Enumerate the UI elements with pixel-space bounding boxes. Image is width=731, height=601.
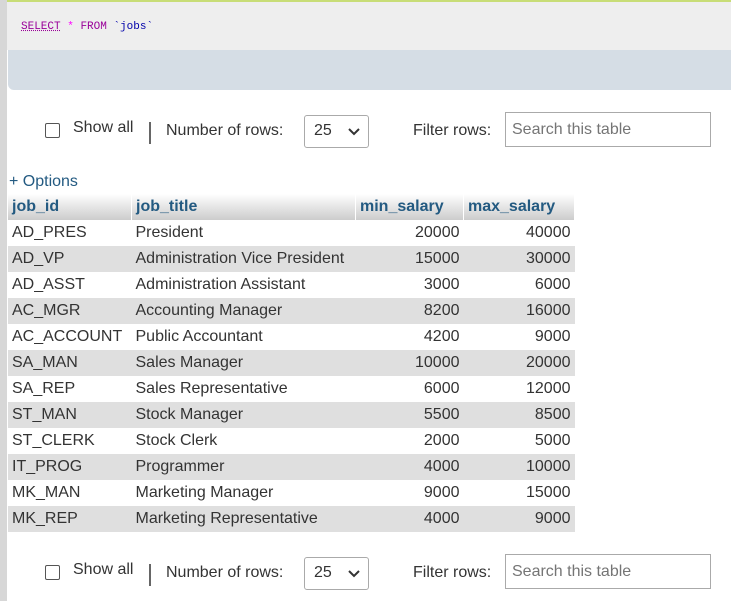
cell-job-id[interactable]: AD_ASST: [8, 272, 132, 298]
show-all-label[interactable]: Show all: [73, 119, 133, 137]
cell-max-salary[interactable]: 16000: [463, 298, 575, 324]
cell-min-salary[interactable]: 6000: [355, 376, 464, 402]
cell-job-id[interactable]: SA_MAN: [8, 350, 132, 376]
left-panel-edge: [0, 0, 7, 601]
column-header-job-title[interactable]: job_title: [131, 194, 356, 220]
filter-rows-label: Filter rows:: [413, 122, 492, 139]
cell-max-salary[interactable]: 30000: [463, 246, 575, 272]
cell-max-salary[interactable]: 10000: [463, 454, 575, 480]
table-row[interactable]: SA_MAN Sales Manager 10000 20000: [8, 350, 575, 376]
cell-job-id[interactable]: SA_REP: [8, 376, 132, 402]
table-row[interactable]: SA_REP Sales Representative 6000 12000: [8, 376, 575, 402]
cell-job-title[interactable]: Stock Clerk: [131, 428, 356, 454]
cell-max-salary[interactable]: 12000: [463, 376, 575, 402]
table-row[interactable]: ST_CLERK Stock Clerk 2000 5000: [8, 428, 575, 454]
cell-job-title[interactable]: Stock Manager: [131, 402, 356, 428]
options-link[interactable]: + Options: [9, 173, 78, 191]
cell-job-title[interactable]: Marketing Representative: [131, 506, 356, 532]
cell-max-salary[interactable]: 9000: [463, 324, 575, 350]
chevron-down-icon: [348, 570, 360, 578]
cell-job-id[interactable]: ST_CLERK: [8, 428, 132, 454]
show-all-label[interactable]: Show all: [73, 561, 133, 579]
cell-min-salary[interactable]: 4000: [355, 454, 464, 480]
table-row[interactable]: IT_PROG Programmer 4000 10000: [8, 454, 575, 480]
table-row[interactable]: MK_MAN Marketing Manager 9000 15000: [8, 480, 575, 506]
sql-star: *: [67, 21, 74, 33]
cell-max-salary[interactable]: 8500: [463, 402, 575, 428]
cell-max-salary[interactable]: 5000: [463, 428, 575, 454]
nav-separator: [149, 564, 151, 586]
cell-min-salary[interactable]: 15000: [355, 246, 464, 272]
cell-min-salary[interactable]: 3000: [355, 272, 464, 298]
cell-min-salary[interactable]: 4000: [355, 506, 464, 532]
cell-job-title[interactable]: Accounting Manager: [131, 298, 356, 324]
rows-per-page-select[interactable]: 25: [304, 115, 369, 148]
cell-job-title[interactable]: Marketing Manager: [131, 480, 356, 506]
rows-per-page-select[interactable]: 25: [304, 557, 369, 590]
cell-max-salary[interactable]: 9000: [463, 506, 575, 532]
cell-job-title[interactable]: Sales Manager: [131, 350, 356, 376]
sql-query-box: SELECT * FROM `jobs`: [7, 2, 731, 50]
cell-min-salary[interactable]: 20000: [355, 220, 464, 246]
cell-job-title[interactable]: Programmer: [131, 454, 356, 480]
chevron-down-icon: [348, 128, 360, 136]
results-table: job_id job_title min_salary max_salary A…: [8, 194, 575, 532]
table-row[interactable]: AD_VP Administration Vice President 1500…: [8, 246, 575, 272]
table-navigation-bottom: Show all Number of rows: 25 Filter rows:: [7, 554, 731, 594]
rows-per-page-value: 25: [314, 122, 332, 139]
sql-keyword-select[interactable]: SELECT: [21, 21, 61, 33]
cell-min-salary[interactable]: 10000: [355, 350, 464, 376]
cell-job-title[interactable]: Administration Vice President: [131, 246, 356, 272]
rows-label: Number of rows:: [166, 564, 284, 581]
filter-rows-input[interactable]: [505, 112, 711, 147]
table-row[interactable]: AC_ACCOUNT Public Accountant 4200 9000: [8, 324, 575, 350]
column-header-min-salary[interactable]: min_salary: [355, 194, 464, 220]
cell-job-id[interactable]: MK_MAN: [8, 480, 132, 506]
cell-job-id[interactable]: AD_PRES: [8, 220, 132, 246]
rows-label: Number of rows:: [166, 122, 284, 139]
cell-min-salary[interactable]: 8200: [355, 298, 464, 324]
rows-per-page-value: 25: [314, 564, 332, 581]
filter-rows-input[interactable]: [505, 554, 711, 589]
cell-max-salary[interactable]: 15000: [463, 480, 575, 506]
filter-rows-label: Filter rows:: [413, 564, 492, 581]
sql-table-ident: `jobs`: [113, 21, 154, 33]
cell-min-salary[interactable]: 9000: [355, 480, 464, 506]
show-all-checkbox[interactable]: [45, 565, 60, 580]
cell-job-id[interactable]: MK_REP: [8, 506, 132, 532]
column-header-job-id[interactable]: job_id: [8, 194, 132, 220]
table-header-row: job_id job_title min_salary max_salary: [8, 194, 575, 220]
show-all-checkbox[interactable]: [45, 123, 60, 138]
nav-separator: [149, 122, 151, 144]
cell-min-salary[interactable]: 4200: [355, 324, 464, 350]
cell-job-id[interactable]: AC_MGR: [8, 298, 132, 324]
cell-job-title[interactable]: Administration Assistant: [131, 272, 356, 298]
cell-max-salary[interactable]: 6000: [463, 272, 575, 298]
sql-keyword-from: FROM: [80, 21, 107, 33]
cell-job-title[interactable]: Public Accountant: [131, 324, 356, 350]
cell-min-salary[interactable]: 2000: [355, 428, 464, 454]
cell-max-salary[interactable]: 20000: [463, 350, 575, 376]
cell-min-salary[interactable]: 5500: [355, 402, 464, 428]
table-navigation-top: Show all Number of rows: 25 Filter rows:: [7, 112, 731, 152]
cell-job-id[interactable]: AC_ACCOUNT: [8, 324, 132, 350]
table-row[interactable]: AD_ASST Administration Assistant 3000 60…: [8, 272, 575, 298]
cell-job-title[interactable]: President: [131, 220, 356, 246]
cell-job-title[interactable]: Sales Representative: [131, 376, 356, 402]
cell-max-salary[interactable]: 40000: [463, 220, 575, 246]
column-header-max-salary[interactable]: max_salary: [463, 194, 575, 220]
table-row[interactable]: AD_PRES President 20000 40000: [8, 220, 575, 246]
sql-tools-bar: [8, 50, 731, 90]
table-row[interactable]: AC_MGR Accounting Manager 8200 16000: [8, 298, 575, 324]
table-row[interactable]: MK_REP Marketing Representative 4000 900…: [8, 506, 575, 532]
table-row[interactable]: ST_MAN Stock Manager 5500 8500: [8, 402, 575, 428]
cell-job-id[interactable]: AD_VP: [8, 246, 132, 272]
sql-query: SELECT * FROM `jobs`: [21, 21, 153, 33]
cell-job-id[interactable]: IT_PROG: [8, 454, 132, 480]
cell-job-id[interactable]: ST_MAN: [8, 402, 132, 428]
